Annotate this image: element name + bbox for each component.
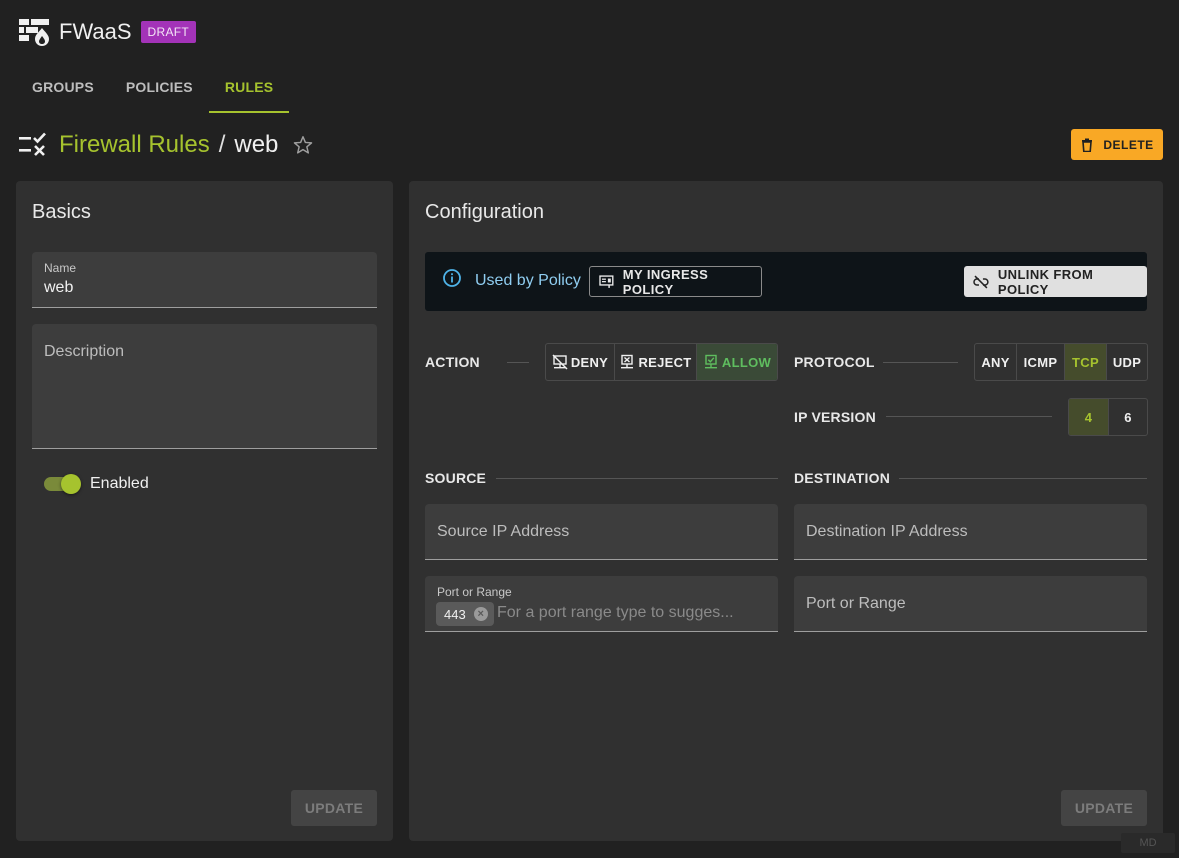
action-deny-label: DENY [570, 354, 609, 370]
chip-remove-icon[interactable]: × [473, 607, 488, 621]
action-allow-label: ALLOW [721, 354, 772, 370]
ip-version-6-button[interactable]: 6 [1109, 399, 1147, 435]
destination-port-input[interactable]: Port or Range [794, 576, 1147, 632]
breadcrumb: Firewall Rules / web [18, 129, 314, 161]
tab-rules[interactable]: RULES [208, 62, 290, 113]
source-port-input[interactable]: Port or Range 443 × For a port range typ… [425, 576, 778, 632]
action-allow-button[interactable]: ALLOW [697, 344, 777, 380]
action-label: ACTION [425, 354, 480, 370]
source-ip-input[interactable]: Source IP Address [425, 504, 778, 560]
protocol-any-button[interactable]: ANY [975, 344, 1017, 380]
rule-checklist-icon [19, 132, 46, 156]
policy-chip-label: MY INGRESS POLICY [622, 266, 709, 297]
policy-banner: Used by Policy MY INGRESS POLICY UNLINK … [425, 252, 1147, 311]
name-field-label: Name [44, 261, 77, 275]
unlink-from-policy-button[interactable]: UNLINK FROM POLICY [964, 266, 1147, 297]
reject-network-icon [621, 354, 634, 369]
main-tabs: GROUPS POLICIES RULES [16, 62, 290, 113]
description-placeholder: Description [44, 343, 125, 360]
trash-icon [1082, 138, 1093, 152]
basics-card: Basics Name web Description UPDATE [16, 181, 393, 841]
source-divider [496, 478, 778, 479]
md-badge: MD [1121, 833, 1175, 853]
allow-network-icon [704, 354, 717, 369]
breadcrumb-firewall-rules-link[interactable]: Firewall Rules [59, 131, 210, 159]
firewall-fire-icon [19, 19, 49, 46]
action-reject-label: REJECT [638, 354, 692, 370]
source-label: SOURCE [425, 470, 487, 486]
unlink-button-label: UNLINK FROM POLICY [997, 266, 1094, 297]
action-divider [507, 362, 529, 363]
basics-title: Basics [32, 201, 91, 223]
breadcrumb-separator: / [218, 131, 226, 158]
draft-badge: DRAFT [140, 21, 197, 43]
enabled-toggle-thumb [61, 474, 81, 494]
port-chip: 443 × [436, 602, 494, 626]
enabled-label: Enabled [90, 475, 149, 492]
action-button-group: DENY REJECT ALLOW [545, 343, 778, 381]
source-port-placeholder: For a port range type to sugges... [497, 604, 734, 621]
tab-groups[interactable]: GROUPS [16, 62, 110, 113]
destination-label: DESTINATION [794, 470, 891, 486]
configuration-card: Configuration Used by Policy MY INGRESS … [409, 181, 1163, 841]
source-port-label: Port or Range [437, 585, 512, 599]
protocol-icmp-button[interactable]: ICMP [1017, 344, 1065, 380]
basics-update-button[interactable]: UPDATE [291, 790, 377, 826]
description-field[interactable]: Description [32, 324, 377, 449]
deny-network-icon [552, 354, 568, 370]
md-badge-label: MD [1139, 837, 1157, 849]
delete-button-label: DELETE [1103, 137, 1154, 152]
protocol-udp-button[interactable]: UDP [1107, 344, 1147, 380]
action-deny-button[interactable]: DENY [546, 344, 615, 380]
destination-divider [899, 478, 1147, 479]
action-reject-button[interactable]: REJECT [615, 344, 697, 380]
protocol-label: PROTOCOL [794, 354, 875, 370]
tab-policies[interactable]: POLICIES [110, 62, 209, 113]
ip-version-button-group: 4 6 [1068, 398, 1148, 436]
configuration-title: Configuration [425, 201, 544, 223]
config-update-button[interactable]: UPDATE [1061, 790, 1147, 826]
destination-ip-placeholder: Destination IP Address [806, 523, 968, 540]
policy-link-chip[interactable]: MY INGRESS POLICY [589, 266, 762, 297]
link-off-icon [973, 275, 989, 288]
used-by-policy-text: Used by Policy [475, 272, 581, 289]
delete-button[interactable]: DELETE [1071, 129, 1163, 160]
page-title: web [234, 131, 279, 158]
ip-version-4-button[interactable]: 4 [1069, 399, 1109, 435]
source-ip-placeholder: Source IP Address [437, 523, 570, 540]
star-icon[interactable] [292, 134, 314, 156]
protocol-button-group: ANY ICMP TCP UDP [974, 343, 1148, 381]
name-field[interactable]: Name web [32, 252, 377, 308]
protocol-tcp-button[interactable]: TCP [1065, 344, 1107, 380]
protocol-divider [883, 362, 958, 363]
app-header: FWaaS DRAFT [18, 16, 197, 48]
destination-ip-input[interactable]: Destination IP Address [794, 504, 1147, 560]
info-icon [443, 269, 461, 287]
ip-version-label: IP VERSION [794, 409, 876, 425]
destination-port-placeholder: Port or Range [806, 595, 906, 612]
port-chip-label: 443 [444, 606, 466, 622]
enabled-toggle[interactable] [44, 474, 82, 494]
policy-icon [599, 275, 614, 288]
app-title: FWaaS [59, 19, 132, 44]
ip-version-divider [886, 416, 1052, 417]
name-field-value: web [44, 279, 74, 296]
